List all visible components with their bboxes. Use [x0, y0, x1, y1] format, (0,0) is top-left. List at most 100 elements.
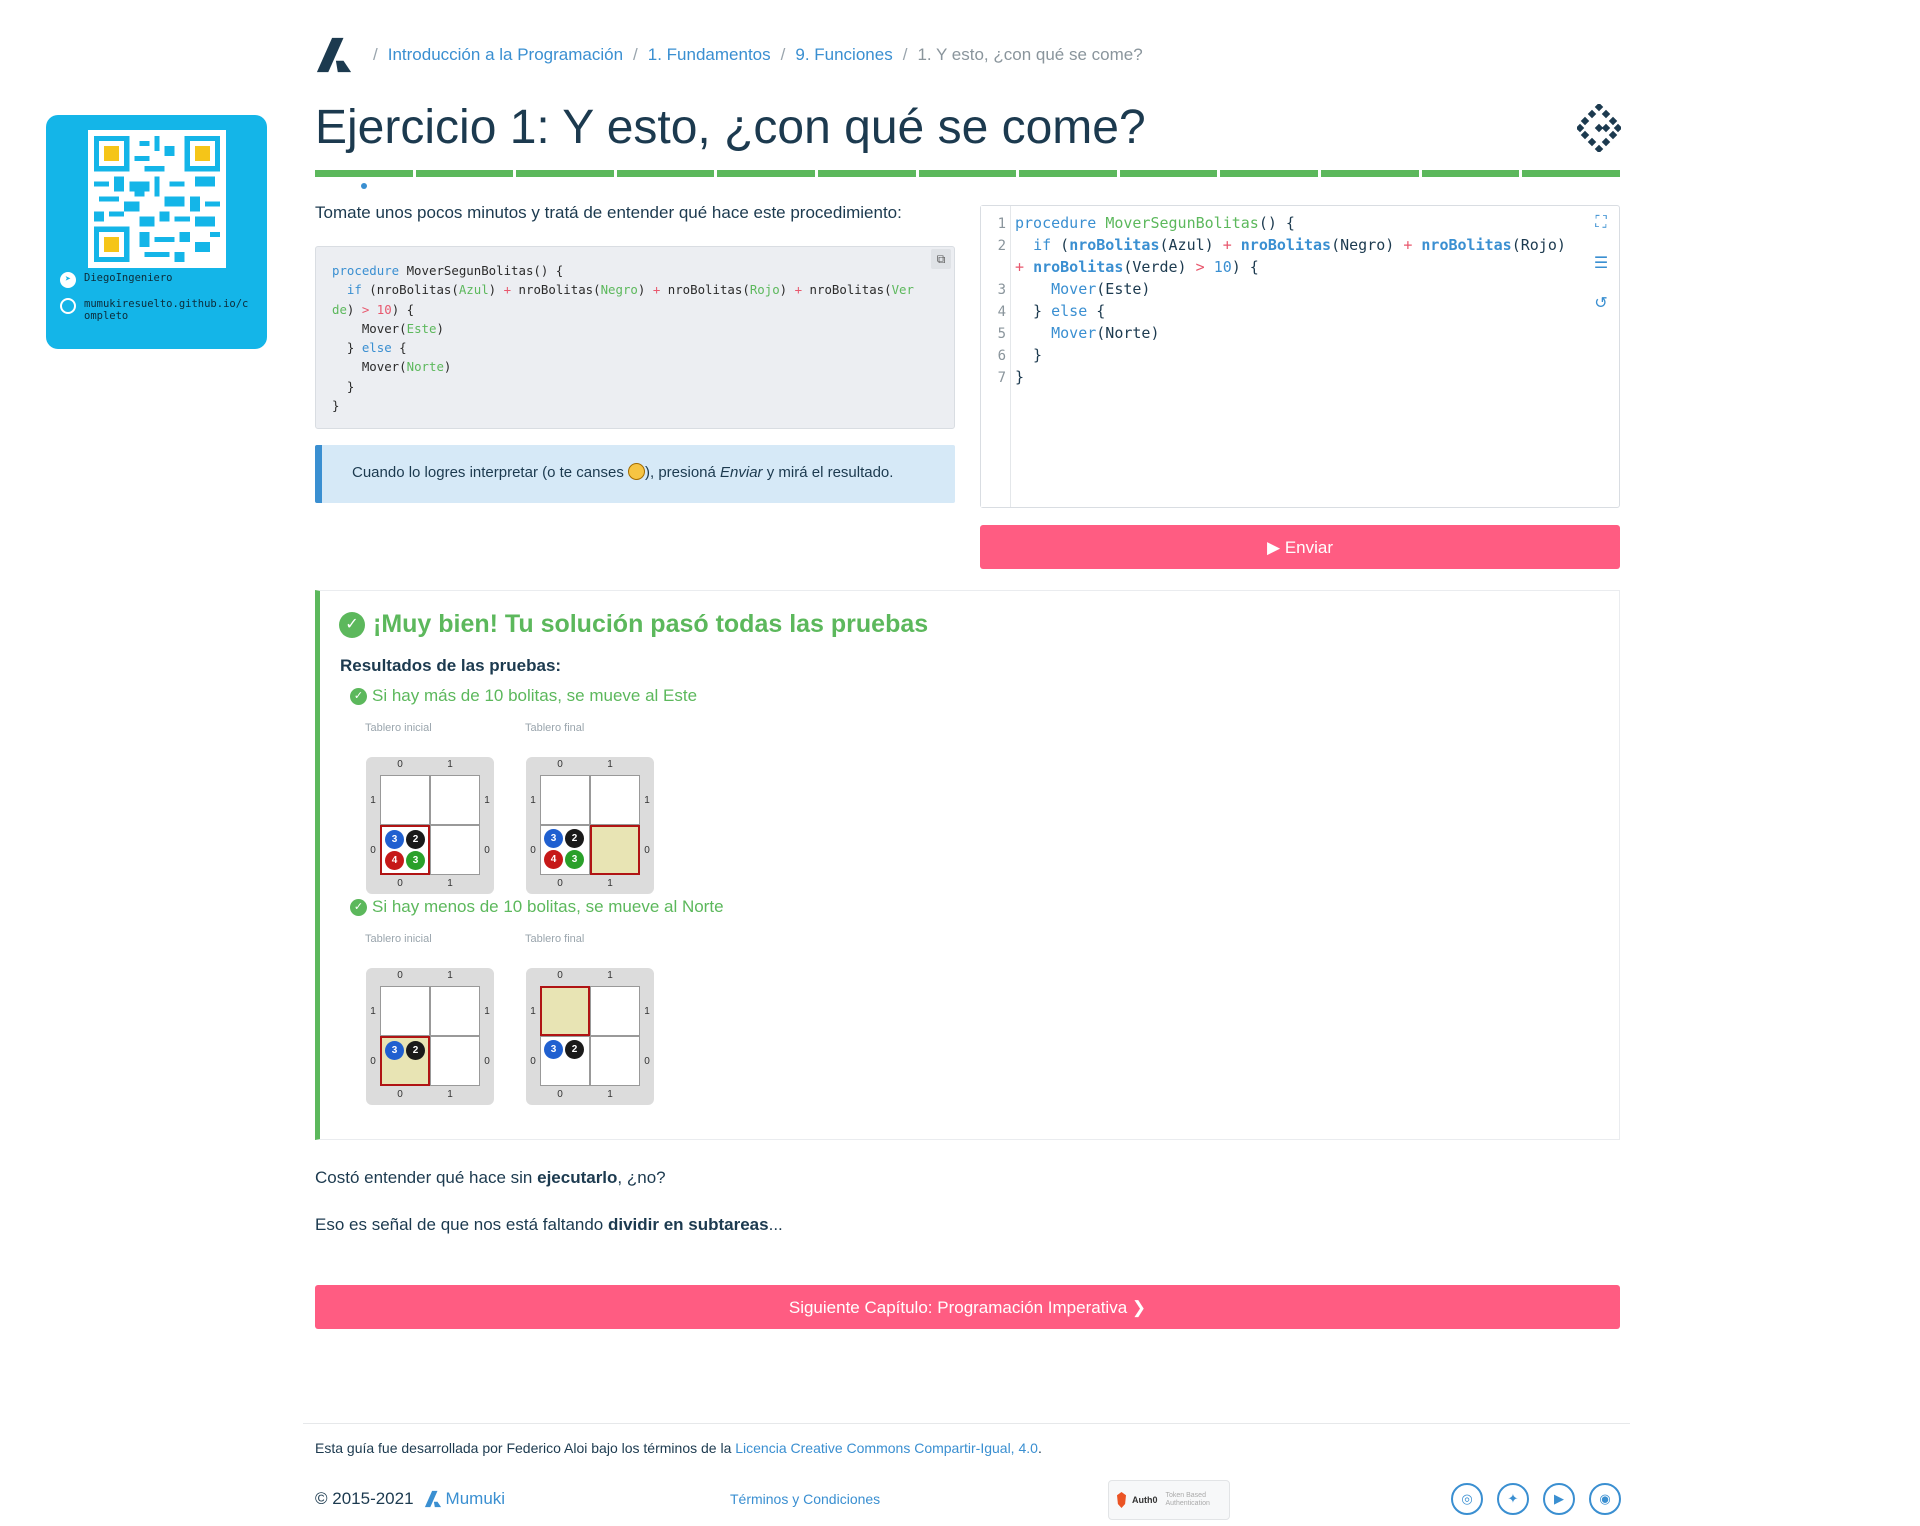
ball-azul: 3 — [544, 829, 563, 848]
board-axis-label: 0 — [397, 970, 403, 981]
board-grid: 3243 — [540, 775, 640, 875]
progress-segment[interactable] — [1119, 170, 1218, 177]
board-axis-label: 0 — [644, 1056, 650, 1067]
footer-divider — [303, 1423, 1630, 1424]
page-title: Ejercicio 1: Y esto, ¿con qué se come? — [315, 101, 1146, 154]
board-grid: 3243 — [380, 775, 480, 875]
ball-negro: 2 — [565, 829, 584, 848]
telegram-contact[interactable]: ➤ DiegoIngeniero — [60, 272, 173, 288]
progress-segment[interactable] — [1019, 170, 1117, 177]
results-title: ✓ ¡Muy bien! Tu solución pasó todas las … — [339, 610, 928, 639]
board-axis-label: 1 — [644, 1006, 650, 1017]
board-axis-label: 1 — [530, 1006, 536, 1017]
ball-azul: 3 — [385, 1041, 404, 1060]
paragraph: Costó entender qué hace sin ejecutarlo, … — [315, 1168, 666, 1187]
code-example: procedure MoverSegunBolitas() { if (nroB… — [315, 246, 955, 429]
submit-button[interactable]: ▶ Enviar — [980, 525, 1620, 569]
breadcrumb-chapter[interactable]: 1. Fundamentos — [648, 45, 771, 65]
board-grid: 32 — [380, 986, 480, 1086]
breadcrumb-course[interactable]: Introducción a la Programación — [388, 45, 623, 65]
copyright: © 2015-2021 Mumuki — [315, 1489, 506, 1509]
github-icon[interactable]: ◉ — [1589, 1483, 1621, 1515]
board-axis-label: 1 — [607, 878, 613, 889]
instagram-icon[interactable]: ◎ — [1451, 1483, 1483, 1515]
board-cell — [590, 1036, 640, 1086]
board-axis-label: 0 — [557, 878, 563, 889]
auth0-shield-icon — [1117, 1492, 1126, 1508]
ball-verde: 3 — [406, 851, 425, 870]
progress-segment[interactable] — [1421, 170, 1520, 177]
board-caption: Tablero final — [525, 933, 585, 945]
editor-line: Mover(Este) — [1051, 280, 1151, 298]
youtube-icon[interactable]: ▶ — [1543, 1483, 1575, 1515]
board-axis-label: 1 — [484, 1006, 490, 1017]
editor-line: if (nroBolitas(Azul) + nroBolitas(Negro)… — [1033, 236, 1566, 254]
mumuki-link[interactable]: Mumuki — [446, 1489, 506, 1509]
license-link[interactable]: Licencia Creative Commons Compartir-Igua… — [735, 1440, 1038, 1456]
board-cell: 3243 — [540, 825, 590, 875]
ball-rojo: 4 — [544, 850, 563, 869]
board-axis-label: 1 — [484, 795, 490, 806]
board-axis-label: 1 — [447, 970, 453, 981]
board-cell — [380, 986, 430, 1036]
board-axis-label: 0 — [557, 970, 563, 981]
globe-icon — [60, 298, 76, 314]
terms-link[interactable]: Términos y Condiciones — [730, 1491, 880, 1507]
board-cell — [540, 775, 590, 825]
progress-segment[interactable] — [1522, 170, 1620, 177]
fullscreen-icon[interactable]: ⛶ — [1592, 214, 1610, 232]
board-cell: 32 — [540, 1036, 590, 1086]
progress-segment[interactable] — [1220, 170, 1319, 177]
reset-icon[interactable]: ↺ — [1592, 295, 1610, 313]
board-axis-label: 0 — [644, 845, 650, 856]
breadcrumb-current: 1. Y esto, ¿con qué se come? — [917, 45, 1143, 64]
board-cell — [590, 775, 640, 825]
progress-segment[interactable] — [415, 170, 514, 177]
board-cell — [590, 986, 640, 1036]
ball-azul: 3 — [385, 830, 404, 849]
play-icon: ▶ — [1267, 538, 1281, 557]
tired-face-emoji-icon — [627, 463, 645, 480]
board-cell — [430, 775, 480, 825]
gobstones-board: 0101101032 — [366, 968, 494, 1105]
board-axis-label: 1 — [370, 1006, 376, 1017]
board-axis-label: 0 — [397, 759, 403, 770]
progress-segment[interactable] — [616, 170, 715, 177]
next-chapter-button[interactable]: Siguiente Capítulo: Programación Imperat… — [315, 1285, 1620, 1329]
ball-negro: 2 — [565, 1040, 584, 1059]
progress-segment[interactable] — [717, 170, 816, 177]
board-axis-label: 0 — [397, 1089, 403, 1100]
progress-segment[interactable] — [516, 170, 614, 177]
ball-negro: 2 — [406, 830, 425, 849]
breadcrumb-lesson[interactable]: 9. Funciones — [795, 45, 892, 65]
website-contact[interactable]: mumukiresuelto.github.io/completo — [60, 298, 260, 322]
breadcrumb-separator: / — [373, 45, 378, 64]
progress-segment[interactable] — [1321, 170, 1419, 177]
board-axis-label: 1 — [447, 878, 453, 889]
test-result-title: ✓ Si hay menos de 10 bolitas, se mueve a… — [350, 897, 724, 917]
board-axis-label: 0 — [530, 845, 536, 856]
auth0-badge[interactable]: Auth0 Token Based Authentication — [1108, 1480, 1230, 1520]
progress-segment[interactable] — [818, 170, 916, 177]
editor-line: } else { — [1015, 302, 1106, 320]
board-axis-label: 0 — [484, 845, 490, 856]
code-editor[interactable]: 1 2 3 4 5 6 7 procedure MoverSegunBolita… — [980, 205, 1620, 508]
board-axis-label: 0 — [557, 759, 563, 770]
progress-segment[interactable] — [315, 170, 413, 177]
progress-current-marker — [361, 183, 367, 189]
mumuki-logo-icon[interactable] — [315, 36, 353, 74]
copy-code-button[interactable]: ⧉ — [931, 249, 951, 269]
twitter-icon[interactable]: ✦ — [1497, 1483, 1529, 1515]
editor-line: } — [1015, 368, 1025, 386]
board-cell — [430, 986, 480, 1036]
board-axis-label: 1 — [370, 795, 376, 806]
board-axis-label: 1 — [607, 970, 613, 981]
progress-segment[interactable] — [918, 170, 1017, 177]
board-axis-label: 1 — [530, 795, 536, 806]
license-notice: Esta guía fue desarrollada por Federico … — [315, 1440, 1042, 1456]
exercise-intro: Tomate unos pocos minutos y tratá de ent… — [315, 203, 902, 222]
check-circle-icon: ✓ — [339, 611, 365, 638]
indent-icon[interactable]: ☰ — [1592, 255, 1610, 273]
ball-verde: 3 — [565, 850, 584, 869]
gobstones-board: 010110103243 — [366, 757, 494, 894]
